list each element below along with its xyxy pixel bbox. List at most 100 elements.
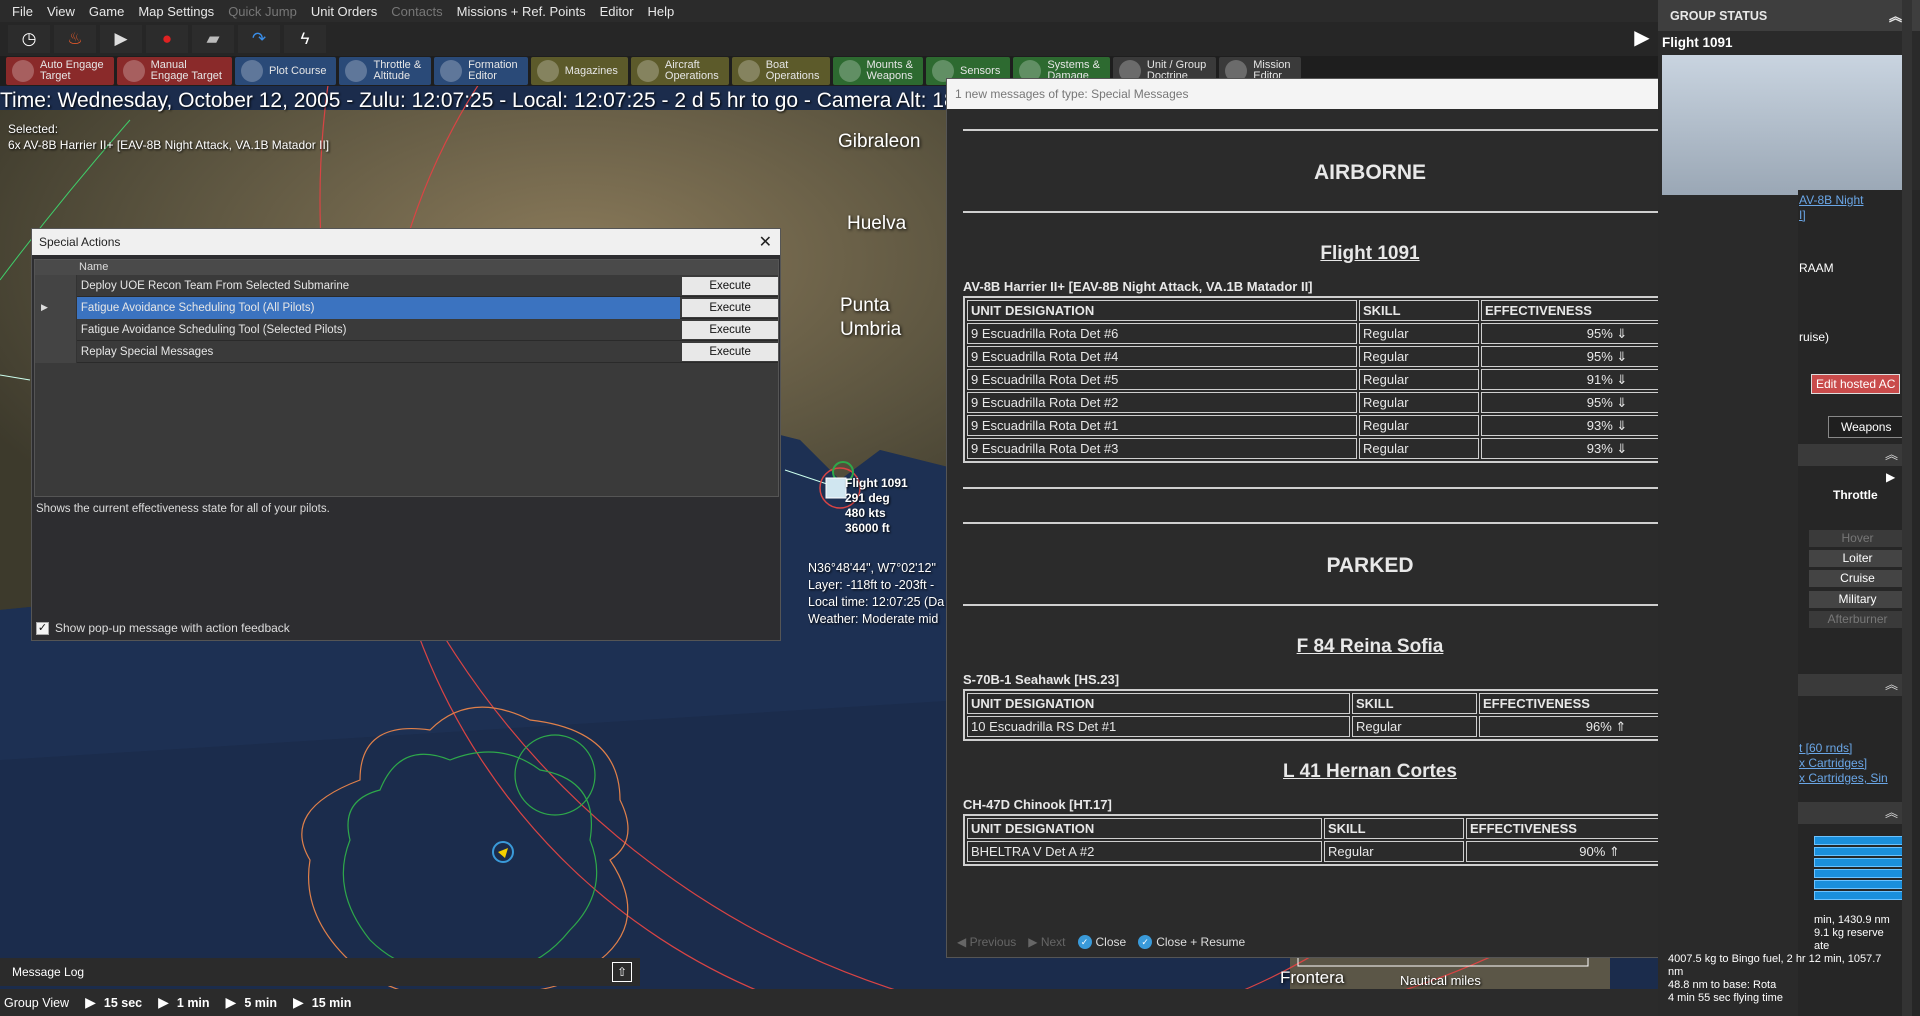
menu-game[interactable]: Game bbox=[89, 4, 124, 19]
step-5-min-button[interactable]: ▶ 5 min bbox=[226, 994, 277, 1011]
unit-class-link[interactable]: AV-8B Night bbox=[1799, 193, 1863, 207]
edit-hosted-ac-button[interactable]: Edit hosted AC bbox=[1811, 374, 1901, 394]
flight-effectiveness-table: UNIT DESIGNATION SKILL EFFECTIVENESS 9 Esc… bbox=[963, 296, 1737, 463]
menu-file[interactable]: File bbox=[12, 4, 33, 19]
unit-class-link-cont[interactable]: I] bbox=[1799, 208, 1806, 222]
play-icon: ▶ bbox=[225, 994, 237, 1010]
section-collapse-icon[interactable]: ︽ bbox=[1798, 674, 1908, 696]
road-icon[interactable]: ▰ bbox=[192, 25, 234, 53]
formation-editor-button[interactable]: Formation Editor bbox=[434, 57, 528, 85]
play-icon[interactable]: ▶ bbox=[100, 25, 142, 53]
step-15-sec-button[interactable]: ▶ 15 sec bbox=[85, 994, 142, 1011]
lightning-icon[interactable]: ϟ bbox=[284, 25, 326, 53]
fuel-status-text: min, 1430.9 nm 9.1 kg reserve ate 4007.5… bbox=[1668, 914, 1890, 1004]
close-resume-button[interactable]: ✓ Close + Resume bbox=[1138, 935, 1245, 950]
magazine-link[interactable]: x Cartridges] bbox=[1799, 756, 1867, 770]
row-selector[interactable] bbox=[35, 274, 77, 297]
map-label-punta: Punta bbox=[840, 295, 890, 316]
aircraft-type: CH-47D Chinook [HT.17] bbox=[963, 797, 1112, 812]
boat-icon bbox=[737, 60, 760, 82]
formation-icon bbox=[440, 60, 463, 82]
close-icon[interactable]: ✕ bbox=[759, 232, 772, 252]
fuel-bars bbox=[1814, 836, 1906, 902]
action-row[interactable]: Fatigue Avoidance Scheduling Tool (Selec… bbox=[35, 318, 778, 341]
table-row: 9 Escuadrilla Rota Det #2 Regular 95% ⇓ bbox=[967, 392, 1733, 413]
menu-help[interactable]: Help bbox=[648, 4, 675, 19]
row-selector[interactable] bbox=[35, 318, 77, 341]
menu-view[interactable]: View bbox=[47, 4, 75, 19]
boat-operations-button[interactable]: Boat Operations bbox=[731, 57, 830, 85]
table-row: 10 Escuadrilla RS Det #1 Regular 96% ⇑ bbox=[967, 716, 1733, 737]
magazines-button[interactable]: Magazines bbox=[530, 57, 628, 85]
menu-missions[interactable]: Missions + Ref. Points bbox=[457, 4, 586, 19]
map-label-gibraleon: Gibraleon bbox=[838, 131, 921, 152]
collapse-icon[interactable]: ︽ bbox=[1889, 6, 1902, 25]
aircraft-icon bbox=[636, 60, 659, 82]
group-status-panel: GROUP STATUS ︽ Flight 1091 AV-8B Night I]… bbox=[1658, 0, 1920, 1016]
step-1-min-button[interactable]: ▶ 1 min bbox=[158, 994, 209, 1011]
expand-up-icon[interactable]: ⇧ bbox=[612, 962, 632, 982]
menu-unit-orders[interactable]: Unit Orders bbox=[311, 4, 377, 19]
menu-map-settings[interactable]: Map Settings bbox=[138, 4, 214, 19]
step-15-min-button[interactable]: ▶ 15 min bbox=[293, 994, 351, 1011]
section-collapse-icon[interactable]: ︽ bbox=[1798, 444, 1908, 466]
ammo-icon bbox=[536, 60, 559, 82]
close-button[interactable]: ✓ Close bbox=[1077, 935, 1126, 950]
execute-button[interactable]: Execute bbox=[682, 298, 778, 317]
popup-feedback-checkbox[interactable]: ✓ Show pop-up message with action feedba… bbox=[36, 621, 290, 635]
group-view-label: Group View bbox=[4, 995, 70, 1010]
row-selector-arrow-icon[interactable]: ▶ bbox=[35, 296, 77, 319]
special-actions-grid: Name Deploy UOE Recon Team From Selected… bbox=[34, 259, 779, 497]
execute-button[interactable]: Execute bbox=[682, 342, 778, 361]
section-heading-parked: PARKED bbox=[1326, 554, 1414, 577]
menu-editor[interactable]: Editor bbox=[600, 4, 634, 19]
magazine-link[interactable]: t [60 rnds] bbox=[1799, 741, 1852, 755]
auto-engage-target-button[interactable]: Auto Engage Target bbox=[6, 57, 114, 85]
mounts-weapons-button[interactable]: Mounts & Weapons bbox=[832, 57, 923, 85]
execute-button[interactable]: Execute bbox=[682, 276, 778, 295]
missile-icon bbox=[838, 60, 861, 82]
aircraft-type: AV-8B Harrier II+ [EAV-8B Night Attack, … bbox=[963, 279, 1313, 294]
table-row: 9 Escuadrilla Rota Det #3 Regular 93% ⇓ bbox=[967, 438, 1733, 459]
play-icon: ▶ bbox=[292, 994, 304, 1010]
expand-panel-arrow-icon[interactable]: ▶ bbox=[1627, 22, 1657, 52]
record-stop-icon[interactable]: ● bbox=[146, 25, 188, 53]
throttle-loiter-button[interactable]: Loiter bbox=[1809, 550, 1906, 567]
execute-button[interactable]: Execute bbox=[682, 320, 778, 339]
expand-arrow-icon[interactable]: ▶ bbox=[1886, 470, 1895, 484]
throttle-military-button[interactable]: Military bbox=[1809, 591, 1906, 608]
fire-icon[interactable]: ♨ bbox=[54, 25, 96, 53]
action-row[interactable]: Deploy UOE Recon Team From Selected Subm… bbox=[35, 274, 778, 297]
redo-arrow-icon[interactable]: ↷ bbox=[238, 25, 280, 53]
panel-scrollbar[interactable] bbox=[1902, 0, 1912, 1016]
magazine-link[interactable]: x Cartridges, Sin bbox=[1799, 771, 1888, 785]
action-row[interactable]: Replay Special Messages Execute bbox=[35, 340, 778, 363]
gauge-icon bbox=[345, 60, 368, 82]
section-collapse-icon[interactable]: ︽ bbox=[1798, 802, 1908, 824]
clock-icon[interactable]: ◷ bbox=[8, 25, 50, 53]
weapon-text: RAAM bbox=[1799, 261, 1834, 275]
manual-engage-target-button[interactable]: Manual Engage Target bbox=[116, 57, 232, 85]
aircraft-operations-button[interactable]: Aircraft Operations bbox=[630, 57, 729, 85]
course-icon bbox=[240, 60, 263, 82]
menu-contacts: Contacts bbox=[391, 3, 443, 19]
weapons-button[interactable]: Weapons bbox=[1828, 416, 1905, 438]
menu-quick-jump: Quick Jump bbox=[228, 3, 297, 19]
action-row[interactable]: ▶ Fatigue Avoidance Scheduling Tool (All… bbox=[35, 296, 778, 319]
message-log-bar[interactable]: Message Log ⇧ bbox=[0, 958, 640, 986]
table-row: 9 Escuadrilla Rota Det #1 Regular 93% ⇓ bbox=[967, 415, 1733, 436]
ship-effectiveness-table: UNIT DESIGNATION SKILL EFFECTIVENESS 10 Es… bbox=[963, 689, 1737, 741]
ship-effectiveness-table: UNIT DESIGNATION SKILL EFFECTIVENESS BHELT… bbox=[963, 814, 1737, 866]
throttle-altitude-button[interactable]: Throttle & Altitude bbox=[339, 57, 432, 85]
checkbox-checked-icon[interactable]: ✓ bbox=[36, 621, 49, 635]
row-selector[interactable] bbox=[35, 340, 77, 363]
ship-heading: F 84 Reina Sofia bbox=[1296, 636, 1444, 657]
scale-bar-label: Nautical miles bbox=[1400, 973, 1481, 988]
throttle-afterburner-button: Afterburner bbox=[1809, 611, 1906, 628]
throttle-cruise-button[interactable]: Cruise bbox=[1809, 570, 1906, 587]
map-label-huelva: Huelva bbox=[847, 213, 907, 234]
unit-label: Flight 1091 291 deg 480 kts 36000 ft bbox=[845, 476, 908, 535]
time-compression-bar: Group View ▶ 15 sec ▶ 1 min ▶ 5 min ▶ 15 min bbox=[0, 989, 1658, 1016]
plot-course-button[interactable]: Plot Course bbox=[234, 57, 337, 85]
play-icon: ▶ bbox=[85, 994, 96, 1010]
